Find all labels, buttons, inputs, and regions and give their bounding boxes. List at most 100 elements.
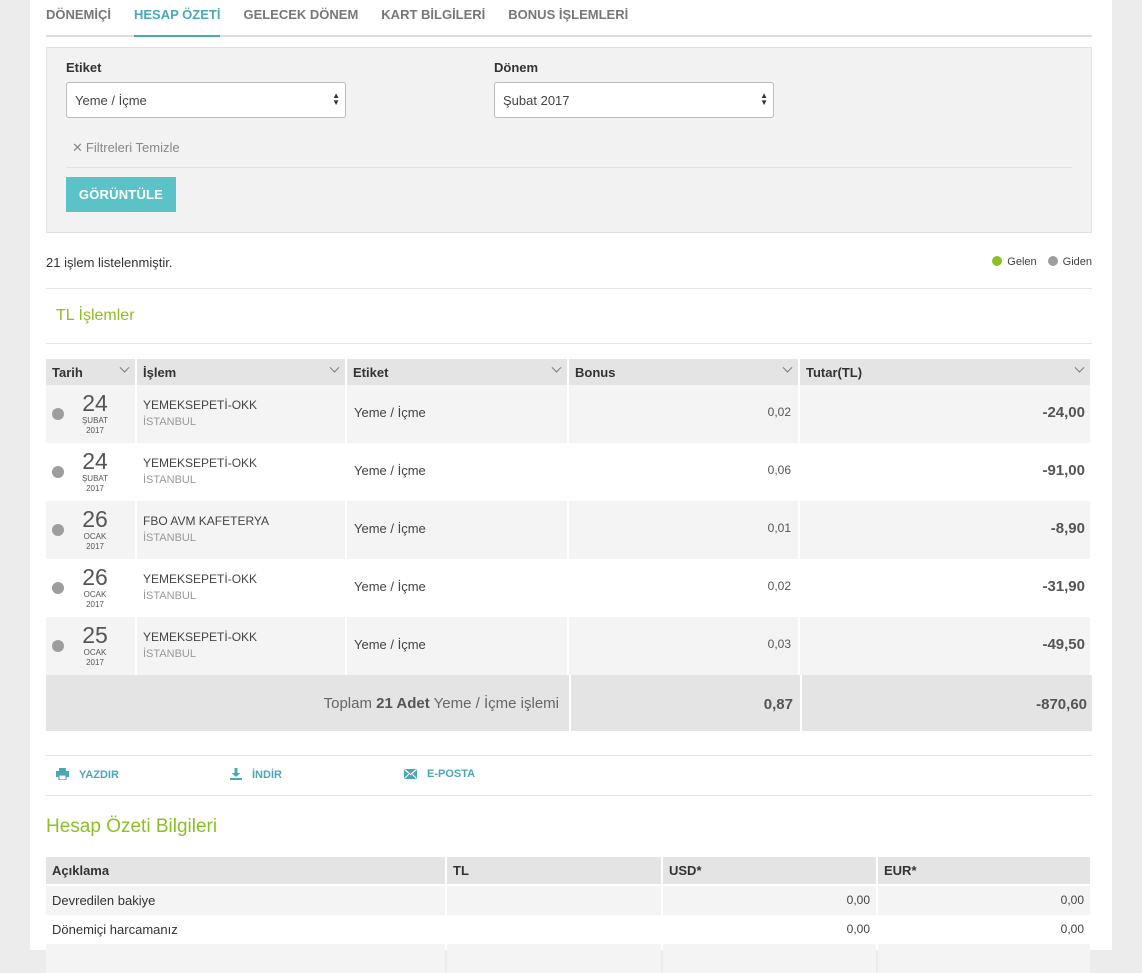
merchant-name: YEMEKSEPETİ-OKK (143, 456, 258, 470)
date-month: OCAK (83, 648, 107, 657)
tab-kart-bilgileri[interactable]: KART BİLGİLERİ (381, 0, 485, 37)
info-desc: Devredilen bakiye (46, 886, 445, 915)
column-header-tag[interactable]: Etiket (347, 359, 567, 385)
info-tl (447, 915, 661, 944)
column-header-date[interactable]: Tarih (46, 359, 135, 385)
tag-label: Yeme / İçme (354, 463, 426, 478)
info-desc: Dönemiçi harcamanız (46, 915, 445, 944)
legend-in: Gelen (992, 256, 1037, 268)
tag-label: Yeme / İçme (354, 521, 426, 536)
date-day: 25 (82, 622, 108, 648)
footer-bonus-total: 0,87 (571, 675, 800, 731)
amount-cell: -31,90 (800, 559, 1090, 617)
tag-filter-label: Etiket (66, 60, 102, 75)
amount-value: -8,90 (1050, 520, 1085, 537)
tag-cell[interactable]: Yeme / İçme (347, 443, 567, 501)
period-select-value: Şubat 2017 (503, 93, 570, 108)
select-arrows-icon: ▲ ▼ (332, 91, 340, 107)
clear-filters-link[interactable]: ✕ Filtreleri Temizle (72, 140, 180, 156)
print-button[interactable]: YAZDIR (56, 768, 119, 781)
tab-donemici[interactable]: DÖNEMİÇİ (46, 0, 111, 37)
tab-hesap-ozeti[interactable]: HESAP ÖZETİ (134, 0, 221, 37)
date-month: ŞUBAT (81, 474, 109, 483)
tag-cell[interactable]: Yeme / İçme (347, 501, 567, 559)
table-row[interactable]: 24 ŞUBAT 2017 YEMEKSEPETİ-OKK İSTANBUL Yeme /… (46, 443, 1092, 501)
info-table-header: Açıklama TL USD* EUR* (46, 857, 1092, 886)
tag-select-value: Yeme / İçme (75, 93, 147, 108)
transaction-cell: YEMEKSEPETİ-OKK İSTANBUL (137, 443, 345, 501)
legend: Gelen Giden (992, 256, 1092, 268)
status-dot-icon (52, 640, 64, 652)
tag-cell[interactable]: Yeme / İçme (347, 559, 567, 617)
date-year: 2017 (86, 484, 104, 493)
incoming-dot-icon (992, 256, 1003, 266)
chevron-down-icon (119, 362, 130, 373)
date-day: 26 (82, 506, 108, 532)
divider (46, 795, 1092, 796)
date-month: ŞUBAT (81, 416, 109, 425)
date-year: 2017 (86, 542, 104, 551)
tab-bonus-islemleri[interactable]: BONUS İŞLEMLERİ (508, 0, 628, 37)
transaction-cell: FBO AVM KAFETERYA İSTANBUL (137, 501, 345, 559)
merchant-name: FBO AVM KAFETERYA (143, 514, 270, 528)
bonus-value: 0,03 (767, 637, 791, 651)
envelope-icon (404, 769, 417, 779)
chevron-down-icon (782, 362, 793, 373)
amount-cell: -49,50 (800, 617, 1090, 675)
table-header: Tarih İşlem Etiket Bonus Tutar(TL) (46, 359, 1092, 385)
bonus-cell: 0,02 (569, 385, 798, 443)
date-cell: 26 OCAK 2017 (46, 559, 135, 617)
info-eur: 0,00 (878, 886, 1090, 915)
column-header-transaction[interactable]: İşlem (137, 359, 345, 385)
table-row (46, 944, 1092, 973)
table-row[interactable]: 25 OCAK 2017 YEMEKSEPETİ-OKK İSTANBUL Yeme / … (46, 617, 1092, 675)
info-title: Hesap Özeti Bilgileri (46, 816, 218, 837)
tag-select[interactable]: Yeme / İçme ▲ ▼ (66, 82, 346, 118)
date-cell: 25 OCAK 2017 (46, 617, 135, 675)
merchant-city: İSTANBUL (143, 532, 196, 544)
merchant-city: İSTANBUL (143, 590, 196, 602)
bonus-value: 0,06 (767, 463, 791, 477)
bonus-cell: 0,06 (569, 443, 798, 501)
tag-cell[interactable]: Yeme / İçme (347, 617, 567, 675)
bonus-value: 0,02 (767, 405, 791, 419)
page: DÖNEMİÇİ HESAP ÖZETİ GELECEK DÖNEM KART … (30, 0, 1112, 973)
transaction-count: 21 işlem listelenmiştir. (46, 255, 173, 270)
download-button[interactable]: İNDİR (230, 768, 282, 781)
date-day: 24 (82, 390, 108, 416)
merchant-city: İSTANBUL (143, 474, 196, 486)
info-header-desc: Açıklama (46, 857, 445, 884)
column-header-amount[interactable]: Tutar(TL) (800, 359, 1090, 385)
bonus-cell: 0,02 (569, 559, 798, 617)
status-dot-icon (52, 466, 64, 478)
status-dot-icon (52, 524, 64, 536)
email-button[interactable]: E-POSTA (404, 768, 475, 780)
period-select[interactable]: Şubat 2017 ▲ ▼ (494, 82, 774, 118)
date-cell: 24 ŞUBAT 2017 (46, 443, 135, 501)
info-header-tl: TL (447, 857, 661, 884)
view-button[interactable]: GÖRÜNTÜLE (66, 177, 176, 212)
footer-amount-total: -870,60 (802, 675, 1092, 731)
tab-gelecek-donem[interactable]: GELECEK DÖNEM (243, 0, 358, 37)
table-row: Dönemiçi harcamanız 0,00 0,00 (46, 915, 1092, 944)
column-header-bonus[interactable]: Bonus (569, 359, 798, 385)
merchant-city: İSTANBUL (143, 648, 196, 660)
clear-filters-label: Filtreleri Temizle (85, 140, 180, 155)
info-tl (447, 886, 661, 915)
printer-icon (56, 768, 69, 781)
info-table: Açıklama TL USD* EUR* Devredilen bakiye … (46, 857, 1092, 973)
table-row[interactable]: 24 ŞUBAT 2017 YEMEKSEPETİ-OKK İSTANBUL Yeme /… (46, 385, 1092, 443)
bonus-cell: 0,01 (569, 501, 798, 559)
tag-label: Yeme / İçme (354, 405, 426, 420)
table-row[interactable]: 26 OCAK 2017 FBO AVM KAFETERYA İSTANBUL Yeme … (46, 501, 1092, 559)
divider (46, 755, 1092, 756)
tag-cell[interactable]: Yeme / İçme (347, 385, 567, 443)
filter-panel: Etiket Yeme / İçme ▲ ▼ Dönem Şubat 2017 ▲… (46, 47, 1092, 233)
select-arrows-icon: ▲ ▼ (760, 91, 768, 107)
bonus-cell: 0,03 (569, 617, 798, 675)
amount-cell: -8,90 (800, 501, 1090, 559)
bonus-value: 0,02 (767, 579, 791, 593)
divider (66, 167, 1072, 168)
table-row[interactable]: 26 OCAK 2017 YEMEKSEPETİ-OKK İSTANBUL Yeme / … (46, 559, 1092, 617)
summary-row: 21 işlem listelenmiştir. Gelen Giden (46, 255, 1092, 270)
